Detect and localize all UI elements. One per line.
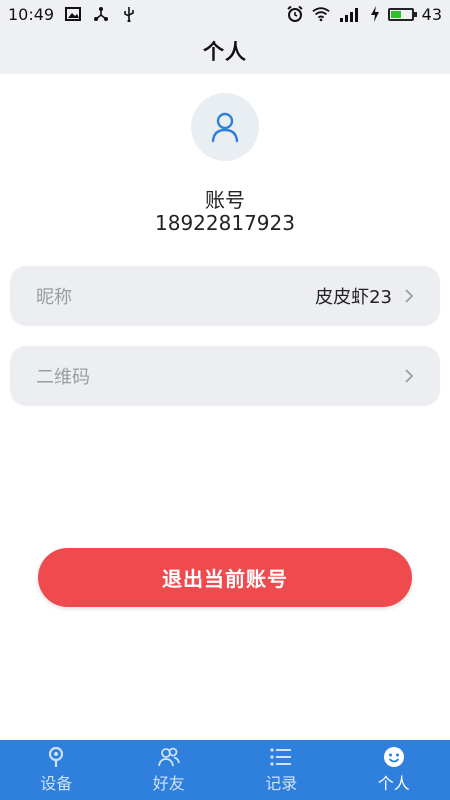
nickname-row[interactable]: 昵称 皮皮虾23 [10, 266, 440, 326]
status-bar: 10:49 43 [0, 0, 450, 28]
nav-item-records[interactable]: 记录 [225, 740, 338, 800]
chevron-right-icon [402, 369, 416, 383]
logout-button[interactable]: 退出当前账号 [38, 548, 412, 607]
usb-icon [120, 5, 138, 23]
battery-fill [390, 10, 401, 18]
nav-item-devices[interactable]: 设备 [0, 740, 113, 800]
location-pin-icon [45, 746, 67, 768]
smiley-icon [383, 746, 405, 768]
account-label: 账号 [205, 188, 245, 212]
gallery-notification-icon [64, 5, 82, 23]
share-notification-icon [92, 5, 110, 23]
nickname-label: 昵称 [36, 287, 72, 308]
account-number: 18922817923 [155, 211, 295, 235]
charging-icon [370, 5, 380, 23]
nav-label-profile: 个人 [377, 774, 410, 793]
nav-label-devices: 设备 [40, 774, 73, 793]
nav-label-friends: 好友 [152, 774, 185, 793]
battery-level: 43 [421, 4, 442, 24]
list-icon [270, 746, 292, 768]
nav-item-friends[interactable]: 好友 [113, 740, 226, 800]
cellular-signal-icon [338, 5, 362, 23]
qrcode-row[interactable]: 二维码 [10, 346, 440, 406]
user-icon [210, 111, 240, 143]
status-time: 10:49 [8, 4, 55, 24]
nav-label-records: 记录 [265, 774, 298, 793]
page-header: 个人 [0, 28, 450, 74]
bottom-nav: 设备 好友 记录 个人 [0, 740, 450, 800]
qrcode-label: 二维码 [36, 367, 90, 388]
page-title: 个人 [203, 40, 247, 64]
alarm-icon [286, 5, 304, 23]
nickname-value: 皮皮虾23 [315, 287, 392, 308]
nav-item-profile[interactable]: 个人 [338, 740, 450, 800]
battery-icon [387, 7, 417, 21]
chevron-right-icon [402, 289, 416, 303]
friends-icon [157, 746, 180, 768]
wifi-icon [311, 5, 330, 23]
avatar[interactable] [191, 93, 259, 161]
